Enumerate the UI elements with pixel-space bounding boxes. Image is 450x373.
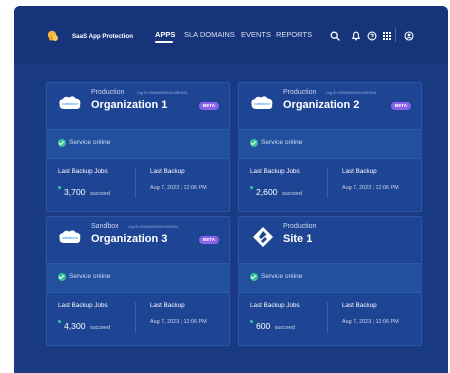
environment-label: Production [283,89,317,96]
last-backup-datetime: Aug 7, 2023 | 12:06 PM [342,319,399,325]
success-dot-icon [58,320,61,323]
environment-label: Production [91,89,125,96]
success-dot-icon [58,186,61,189]
service-status-row: Service online [239,129,421,159]
help-icon[interactable] [367,31,377,41]
active-tab-indicator [155,41,173,43]
nav-tab-sla-domains[interactable]: SLA DOMAINS [184,30,235,39]
backup-jobs-label: Last Backup Jobs [58,168,108,175]
account-icon[interactable] [404,31,414,41]
svg-text:salesforce: salesforce [62,236,78,240]
apps-grid-icon[interactable] [382,31,392,41]
service-status-row: Service online [239,263,421,293]
search-icon[interactable] [330,31,340,41]
card-header: salesforce Production Org ID 00D6d000003… [239,83,421,129]
last-backup-label: Last Backup [342,168,377,175]
stat-divider [135,302,136,332]
org-id: Org ID 00D6d000003LNHKEA4 [128,225,179,229]
app-logo-icon [47,30,58,41]
card-header: Production Site 1 [239,217,421,263]
stat-divider [135,168,136,198]
org-card[interactable]: salesforce Sandbox Org ID 00D6d000003LNH… [46,216,230,346]
card-header: salesforce Sandbox Org ID 00D6d000003LNH… [47,217,229,263]
backup-jobs-value: 4,300 succeed [64,321,111,331]
service-status: Service online [69,139,111,146]
nav-tab-reports[interactable]: REPORTS [276,30,312,39]
svg-text:salesforce: salesforce [254,102,270,106]
service-status-row: Service online [47,129,229,159]
last-backup-datetime: Aug 7, 2023 | 12:06 PM [150,185,207,191]
success-dot-icon [250,186,253,189]
status-check-icon [250,273,258,281]
site-diamond-icon [253,227,273,247]
card-title[interactable]: Organization 1 [91,99,167,111]
app-title: SaaS App Protection [72,33,133,40]
card-header: salesforce Production Org ID 00D6d000003… [47,83,229,129]
beta-badge: BETA [199,236,219,244]
salesforce-icon: salesforce [59,96,81,110]
backup-jobs-label: Last Backup Jobs [58,302,108,309]
card-title[interactable]: Site 1 [283,233,312,245]
site-card[interactable]: Production Site 1 Service online Last Ba… [238,216,422,346]
svg-text:salesforce: salesforce [62,102,78,106]
last-backup-datetime: Aug 7, 2023 | 12:06 PM [150,319,207,325]
environment-label: Production [283,223,317,230]
stat-divider [327,168,328,198]
environment-label: Sandbox [91,223,119,230]
salesforce-icon: salesforce [59,230,81,244]
last-backup-label: Last Backup [150,168,185,175]
card-title[interactable]: Organization 3 [91,233,167,245]
top-navigation-bar: SaaS App Protection APPS SLA DOMAINS EVE… [14,6,448,64]
bell-icon[interactable] [351,31,361,41]
card-title[interactable]: Organization 2 [283,99,359,111]
backup-jobs-label: Last Backup Jobs [250,302,300,309]
org-card[interactable]: salesforce Production Org ID 00D6d000003… [238,82,422,212]
last-backup-datetime: Aug 7, 2023 | 12:06 PM [342,185,399,191]
status-check-icon [58,139,66,147]
backup-jobs-label: Last Backup Jobs [250,168,300,175]
beta-badge: BETA [391,102,411,110]
toolbar-divider [395,28,396,42]
service-status: Service online [261,273,303,280]
nav-tab-apps[interactable]: APPS [155,30,175,39]
last-backup-label: Last Backup [150,302,185,309]
nav-tab-events[interactable]: EVENTS [241,30,271,39]
org-id: Org ID 00D6d000003LNHKEA4 [137,91,188,95]
org-card[interactable]: salesforce Production Org ID 00D6d000003… [46,82,230,212]
backup-jobs-value: 600 succeed [256,321,295,331]
success-dot-icon [250,320,253,323]
service-status: Service online [69,273,111,280]
org-id: Org ID 00D6d000003LNHKEA4 [326,91,377,95]
stat-divider [327,302,328,332]
beta-badge: BETA [199,102,219,110]
salesforce-icon: salesforce [251,96,273,110]
status-check-icon [58,273,66,281]
last-backup-label: Last Backup [342,302,377,309]
service-status: Service online [261,139,303,146]
status-check-icon [250,139,258,147]
service-status-row: Service online [47,263,229,293]
backup-jobs-value: 3,700 succeed [64,187,111,197]
app-window: SaaS App Protection APPS SLA DOMAINS EVE… [14,6,448,373]
backup-jobs-value: 2,600 succeed [256,187,303,197]
